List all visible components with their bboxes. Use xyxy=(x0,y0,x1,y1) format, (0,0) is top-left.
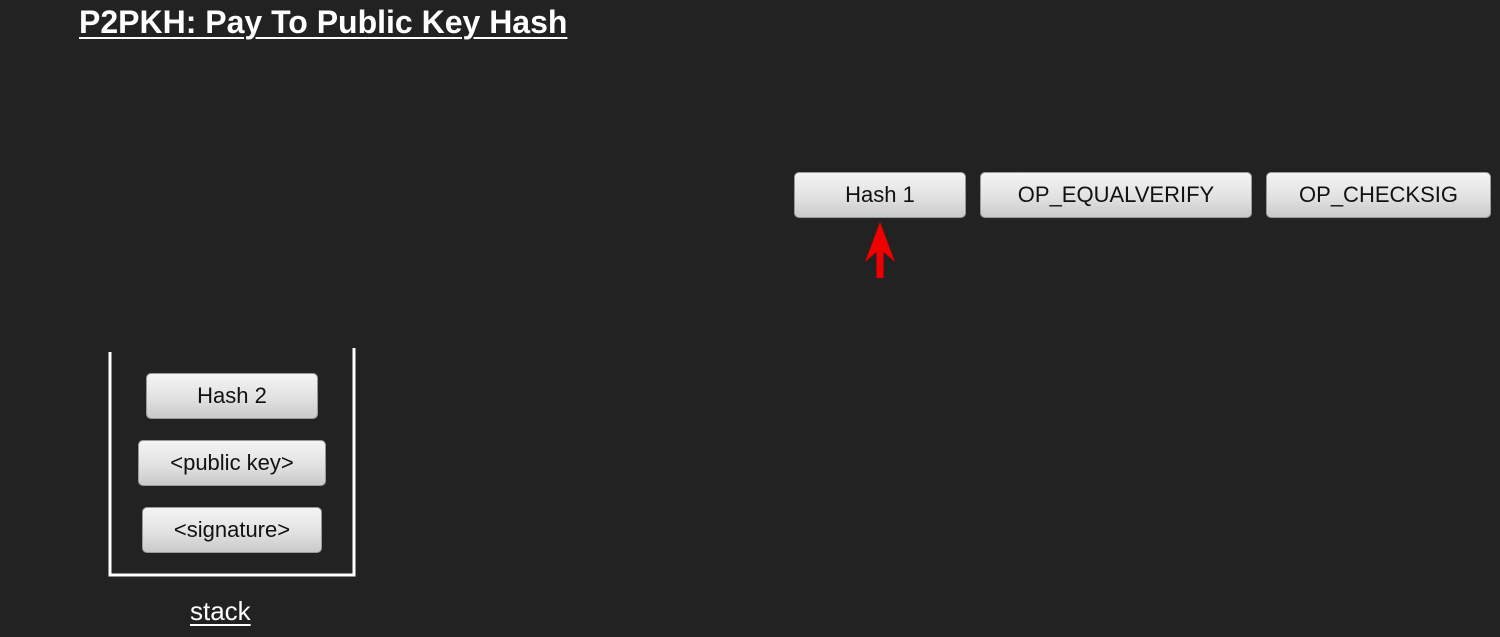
script-item-hash-1[interactable]: Hash 1 xyxy=(794,172,966,218)
stack-item-public-key[interactable]: <public key> xyxy=(138,440,326,486)
stack-item-signature[interactable]: <signature> xyxy=(142,507,322,553)
current-position-arrow-icon xyxy=(865,222,895,278)
stack-label: stack xyxy=(190,596,251,626)
script-item-op-equalverify[interactable]: OP_EQUALVERIFY xyxy=(980,172,1252,218)
script-item-op-checksig[interactable]: OP_CHECKSIG xyxy=(1266,172,1491,218)
stack-item-hash-2[interactable]: Hash 2 xyxy=(146,373,318,419)
